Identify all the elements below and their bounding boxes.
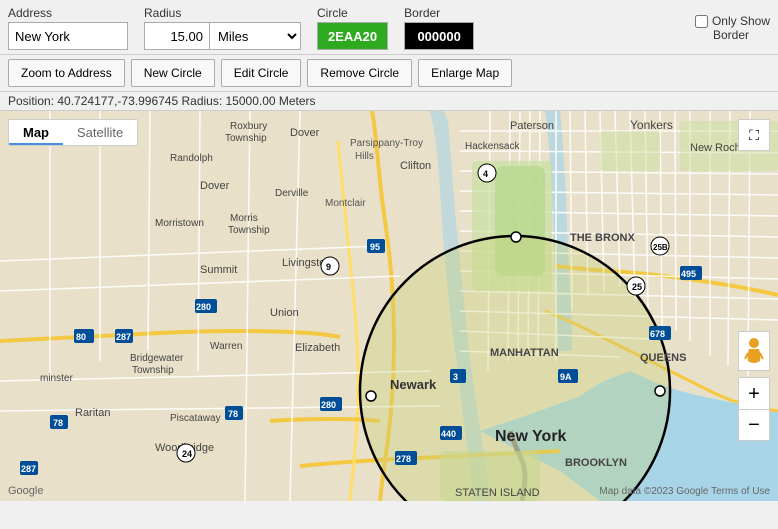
svg-text:Township: Township xyxy=(132,365,174,376)
svg-text:280: 280 xyxy=(321,400,336,410)
svg-text:Montclair: Montclair xyxy=(325,198,366,209)
svg-text:287: 287 xyxy=(21,464,36,474)
only-show-checkbox[interactable] xyxy=(695,15,708,28)
svg-text:Piscataway: Piscataway xyxy=(170,413,221,424)
radius-unit-select[interactable]: Miles Kilometers Meters xyxy=(209,22,301,50)
svg-text:STATEN ISLAND: STATEN ISLAND xyxy=(455,487,540,499)
svg-text:Yonkers: Yonkers xyxy=(630,118,673,132)
svg-text:95: 95 xyxy=(370,242,380,252)
svg-text:25: 25 xyxy=(632,282,642,292)
svg-text:Dover: Dover xyxy=(290,127,320,139)
svg-text:Bridgewater: Bridgewater xyxy=(130,353,184,364)
svg-text:80: 80 xyxy=(76,332,86,342)
svg-text:Township: Township xyxy=(225,133,267,144)
svg-text:495: 495 xyxy=(681,269,696,279)
google-logo: Google xyxy=(8,485,43,497)
svg-text:Roxbury: Roxbury xyxy=(230,121,267,132)
svg-text:New York: New York xyxy=(495,428,567,445)
svg-text:3: 3 xyxy=(453,372,458,382)
svg-text:4: 4 xyxy=(483,169,488,179)
radius-inputs: Miles Kilometers Meters xyxy=(144,22,301,50)
svg-text:440: 440 xyxy=(441,429,456,439)
svg-text:78: 78 xyxy=(53,418,63,428)
pegman-icon xyxy=(744,337,764,365)
new-circle-button[interactable]: New Circle xyxy=(131,59,215,87)
zoom-controls: + − xyxy=(738,377,770,441)
attribution-text: Map data ©2023 Google Terms of Use xyxy=(599,486,770,497)
map-tab-map[interactable]: Map xyxy=(9,120,63,145)
only-show-row: Only Show xyxy=(695,14,770,28)
radius-group: Radius Miles Kilometers Meters xyxy=(144,6,301,50)
top-bar: Address Radius Miles Kilometers Meters C… xyxy=(0,0,778,55)
svg-text:Parsippany-Troy: Parsippany-Troy xyxy=(350,138,423,149)
border-label: Border xyxy=(404,6,474,20)
border-label-row: Border xyxy=(713,28,749,42)
svg-text:678: 678 xyxy=(650,329,665,339)
circle-color-button[interactable]: 2EAA20 xyxy=(317,22,388,50)
enlarge-map-button[interactable]: Enlarge Map xyxy=(418,59,512,87)
svg-text:Warren: Warren xyxy=(210,341,242,352)
edit-circle-button[interactable]: Edit Circle xyxy=(221,59,302,87)
svg-text:MANHATTAN: MANHATTAN xyxy=(490,347,559,359)
svg-text:Randolph: Randolph xyxy=(170,153,213,164)
svg-text:BROOKLYN: BROOKLYN xyxy=(565,457,627,469)
svg-text:Morristown: Morristown xyxy=(155,218,204,229)
position-text: Position: 40.724177,-73.996745 Radius: 1… xyxy=(8,94,316,108)
svg-text:Union: Union xyxy=(270,307,299,319)
only-show-group: Only Show Border xyxy=(695,14,770,42)
google-text: Google xyxy=(8,485,43,497)
border-color-button[interactable]: 000000 xyxy=(404,22,474,50)
svg-text:280: 280 xyxy=(196,302,211,312)
svg-text:9A: 9A xyxy=(560,372,572,382)
map-container[interactable]: Yonkers New Rochelle Paterson Hackensack… xyxy=(0,111,778,501)
svg-text:Summit: Summit xyxy=(200,264,237,276)
toolbar: Zoom to Address New Circle Edit Circle R… xyxy=(0,55,778,92)
zoom-out-button[interactable]: − xyxy=(738,409,770,441)
svg-text:Township: Township xyxy=(228,225,270,236)
svg-text:25B: 25B xyxy=(653,243,668,252)
border-group: Border 000000 xyxy=(404,6,474,50)
position-bar: Position: 40.724177,-73.996745 Radius: 1… xyxy=(0,92,778,111)
remove-circle-button[interactable]: Remove Circle xyxy=(307,59,412,87)
map-attribution: Map data ©2023 Google Terms of Use xyxy=(599,486,770,497)
map-tab-satellite[interactable]: Satellite xyxy=(63,120,137,145)
svg-text:THE BRONX: THE BRONX xyxy=(570,232,635,244)
svg-text:287: 287 xyxy=(116,332,131,342)
only-show-border-label: Border xyxy=(713,28,749,42)
svg-text:Raritan: Raritan xyxy=(75,407,110,419)
svg-text:Derville: Derville xyxy=(275,188,309,199)
fullscreen-icon: ⛶ xyxy=(749,127,759,144)
address-label: Address xyxy=(8,6,128,20)
only-show-label: Only Show xyxy=(712,14,770,28)
svg-text:Hills: Hills xyxy=(355,151,374,162)
fullscreen-button[interactable]: ⛶ xyxy=(738,119,770,151)
zoom-to-address-button[interactable]: Zoom to Address xyxy=(8,59,125,87)
svg-text:278: 278 xyxy=(396,454,411,464)
svg-text:Dover: Dover xyxy=(200,180,230,192)
svg-text:24: 24 xyxy=(182,449,192,459)
svg-text:Hackensack: Hackensack xyxy=(465,141,520,152)
radius-input[interactable] xyxy=(144,22,209,50)
svg-text:Elizabeth: Elizabeth xyxy=(295,342,340,354)
map-tabs: Map Satellite xyxy=(8,119,138,146)
svg-text:9: 9 xyxy=(326,262,331,272)
address-input[interactable] xyxy=(8,22,128,50)
svg-text:QUEENS: QUEENS xyxy=(640,352,686,364)
radius-label: Radius xyxy=(144,6,301,20)
svg-text:Paterson: Paterson xyxy=(510,120,554,132)
svg-text:Clifton: Clifton xyxy=(400,160,431,172)
svg-text:Morris: Morris xyxy=(230,213,258,224)
street-view-control[interactable] xyxy=(738,331,770,371)
address-group: Address xyxy=(8,6,128,50)
svg-text:78: 78 xyxy=(228,409,238,419)
svg-text:minster: minster xyxy=(40,373,73,384)
zoom-in-button[interactable]: + xyxy=(738,377,770,409)
circle-group: Circle 2EAA20 xyxy=(317,6,388,50)
circle-label: Circle xyxy=(317,6,388,20)
svg-text:Newark: Newark xyxy=(390,377,437,392)
